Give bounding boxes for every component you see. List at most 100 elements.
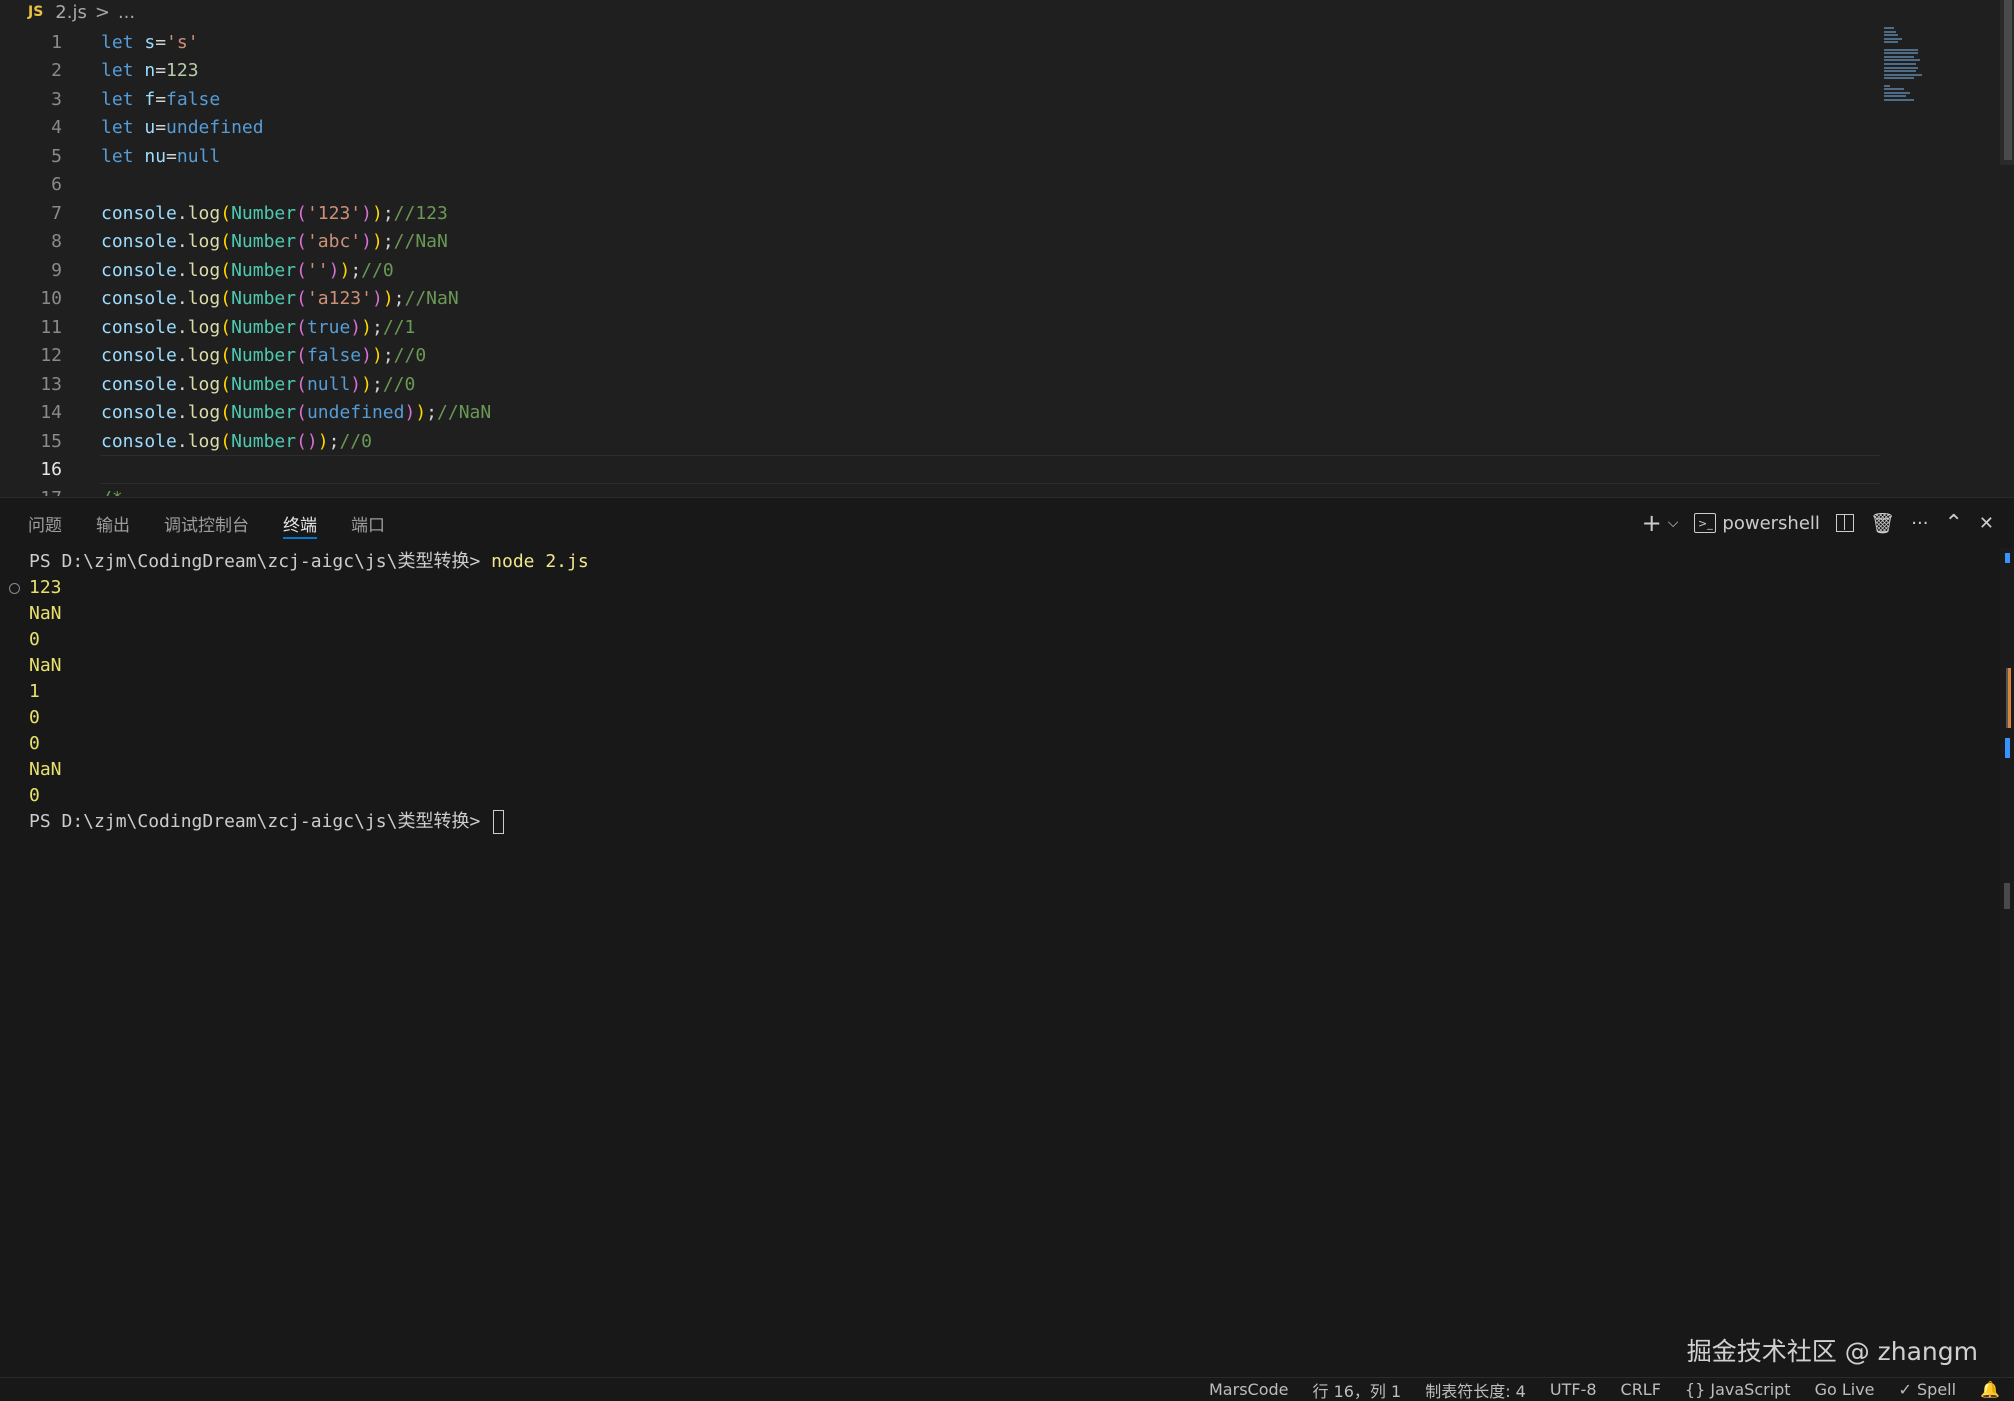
code-editor[interactable]: 1 let s='s' 2 let n=123 3 let f=false 4 let u=u… xyxy=(0,28,2014,496)
minimap-line xyxy=(1884,95,1906,98)
close-icon[interactable]: ✕ xyxy=(1979,513,1994,534)
minimap-line xyxy=(1884,30,1896,33)
terminal-icon: >_ xyxy=(1694,513,1717,533)
minimap-line xyxy=(1884,41,1898,44)
status-bar: MarsCode 行 16，列 1 制表符长度: 4 UTF-8 CRLF {} Java… xyxy=(0,1377,2014,1401)
status-item[interactable]: UTF-8 xyxy=(1550,1380,1597,1399)
minimap-line xyxy=(1884,84,1890,87)
code-line[interactable]: 3 let f=false xyxy=(0,85,1880,114)
line-number: 14 xyxy=(40,402,62,424)
terminal-cursor xyxy=(493,810,505,834)
line-number: 5 xyxy=(51,145,62,167)
code-line[interactable]: 14 console.log(Number(undefined));//NaN xyxy=(0,399,1880,428)
code-line[interactable]: 16 xyxy=(0,456,1880,485)
editor-scrollbar[interactable] xyxy=(2000,0,2014,165)
code-line[interactable]: 9 console.log(Number(''));//0 xyxy=(0,256,1880,285)
code-text: console.log(Number(null));//0 xyxy=(101,373,416,395)
status-item[interactable]: 制表符长度: 4 xyxy=(1425,1378,1526,1401)
minimap-line xyxy=(1884,99,1914,101)
status-item[interactable]: ✓ Spell xyxy=(1899,1380,1957,1399)
scrollbar-marker xyxy=(2005,553,2010,563)
code-line[interactable]: 13 console.log(Number(null));//0 xyxy=(0,370,1880,399)
breadcrumb: JS 2.js > ... xyxy=(0,0,2014,24)
tab-终端[interactable]: 终端 xyxy=(283,498,317,548)
tab-输出[interactable]: 输出 xyxy=(96,498,130,548)
minimap-line xyxy=(1884,63,1916,65)
terminal-output-line: 0 xyxy=(29,785,40,806)
maximize-panel-icon[interactable]: ⌃ xyxy=(1944,511,1962,536)
code-text: let nu=null xyxy=(101,145,221,167)
code-line[interactable]: 17 /* xyxy=(0,484,1880,496)
terminal-scrollbar-thumb[interactable] xyxy=(2004,883,2010,909)
minimap-line xyxy=(1884,34,1898,37)
line-number: 2 xyxy=(51,60,62,82)
vscode-window: JS 2.js > ... 1 let s='s' 2 let n=123 3 let f… xyxy=(0,0,2014,1401)
terminal-output-line: NaN xyxy=(29,603,62,624)
minimap-line xyxy=(1884,37,1902,40)
code-line[interactable]: 11 console.log(Number(true));//1 xyxy=(0,313,1880,342)
minimap-line xyxy=(1884,55,1914,58)
minimap-line xyxy=(1884,52,1918,55)
code-line[interactable]: 8 console.log(Number('abc'));//NaN xyxy=(0,228,1880,257)
code-line[interactable]: 12 console.log(Number(false));//0 xyxy=(0,342,1880,371)
code-text: let u=undefined xyxy=(101,117,264,139)
status-item[interactable]: CRLF xyxy=(1621,1380,1661,1399)
terminal-shell-name: powershell xyxy=(1722,512,1820,534)
javascript-file-icon: JS xyxy=(28,4,44,20)
more-actions-icon[interactable]: ··· xyxy=(1911,513,1928,534)
line-number: 10 xyxy=(40,288,62,310)
line-number: 11 xyxy=(40,316,62,338)
trash-icon[interactable]: 🗑 xyxy=(1870,511,1895,535)
minimap-line xyxy=(1884,70,1916,73)
chevron-right-icon: > xyxy=(94,1,110,23)
tab-问题[interactable]: 问题 xyxy=(28,498,62,548)
terminal-scrollbar[interactable] xyxy=(2000,548,2014,1378)
tab-端口[interactable]: 端口 xyxy=(351,498,385,548)
status-item[interactable]: 行 16，列 1 xyxy=(1312,1378,1401,1401)
code-line[interactable]: 15 console.log(Number());//0 xyxy=(0,427,1880,456)
code-text: let n=123 xyxy=(101,60,199,82)
code-text: /* xyxy=(101,488,123,496)
line-number: 8 xyxy=(51,231,62,253)
code-line[interactable]: 1 let s='s' xyxy=(0,28,1880,57)
new-terminal-button[interactable]: + ⌵ xyxy=(1642,509,1679,537)
terminal-command-line: PS D:\zjm\CodingDream\zcj-aigc\js\类型转换> … xyxy=(29,551,589,572)
status-item[interactable]: 🔔 xyxy=(1980,1380,2000,1399)
code-text: console.log(Number(undefined));//NaN xyxy=(101,402,492,424)
status-item[interactable]: {} JavaScript xyxy=(1685,1380,1791,1399)
scrollbar-marker xyxy=(2006,668,2011,728)
minimap[interactable] xyxy=(1884,27,1928,107)
status-item[interactable]: Go Live xyxy=(1815,1380,1875,1399)
terminal-output-line: NaN xyxy=(29,759,62,780)
line-number: 1 xyxy=(51,31,62,53)
code-text: let f=false xyxy=(101,88,221,110)
command-decoration-icon[interactable] xyxy=(9,583,20,594)
line-number: 6 xyxy=(51,174,62,196)
editor-scrollbar-thumb[interactable] xyxy=(2004,0,2012,160)
minimap-line xyxy=(1884,27,1894,29)
breadcrumb-file[interactable]: 2.js xyxy=(55,2,87,23)
code-line[interactable]: 2 let n=123 xyxy=(0,57,1880,86)
line-number: 16 xyxy=(40,459,62,481)
code-text: console.log(Number('abc'));//NaN xyxy=(101,231,448,253)
code-line[interactable]: 4 let u=undefined xyxy=(0,114,1880,143)
panel-actions: + ⌵ >_ powershell 🗑 ··· ⌃ ✕ xyxy=(1642,498,1994,548)
terminal-instance-button[interactable]: >_ powershell xyxy=(1694,513,1820,534)
watermark: 掘金技术社区 @ zhangm xyxy=(1686,1337,1978,1366)
minimap-line xyxy=(1884,77,1914,80)
status-item[interactable]: MarsCode xyxy=(1209,1380,1288,1399)
terminal-output-line: 0 xyxy=(29,733,40,754)
code-line[interactable]: 5 let nu=null xyxy=(0,142,1880,171)
terminal[interactable]: PS D:\zjm\CodingDream\zcj-aigc\js\类型转换> … xyxy=(0,548,2000,1378)
minimap-line xyxy=(1884,59,1920,62)
line-number: 3 xyxy=(51,88,62,110)
line-number: 17 xyxy=(0,488,62,496)
code-line[interactable]: 7 console.log(Number('123'));//123 xyxy=(0,199,1880,228)
split-terminal-icon[interactable] xyxy=(1835,514,1854,532)
tab-调试控制台[interactable]: 调试控制台 xyxy=(164,498,249,548)
breadcrumb-more[interactable]: ... xyxy=(118,2,135,23)
code-line[interactable]: 10 console.log(Number('a123'));//NaN xyxy=(0,285,1880,314)
code-line[interactable]: 6 xyxy=(0,171,1880,200)
code-text: console.log(Number(false));//0 xyxy=(101,345,427,367)
plus-icon: + xyxy=(1641,509,1662,537)
